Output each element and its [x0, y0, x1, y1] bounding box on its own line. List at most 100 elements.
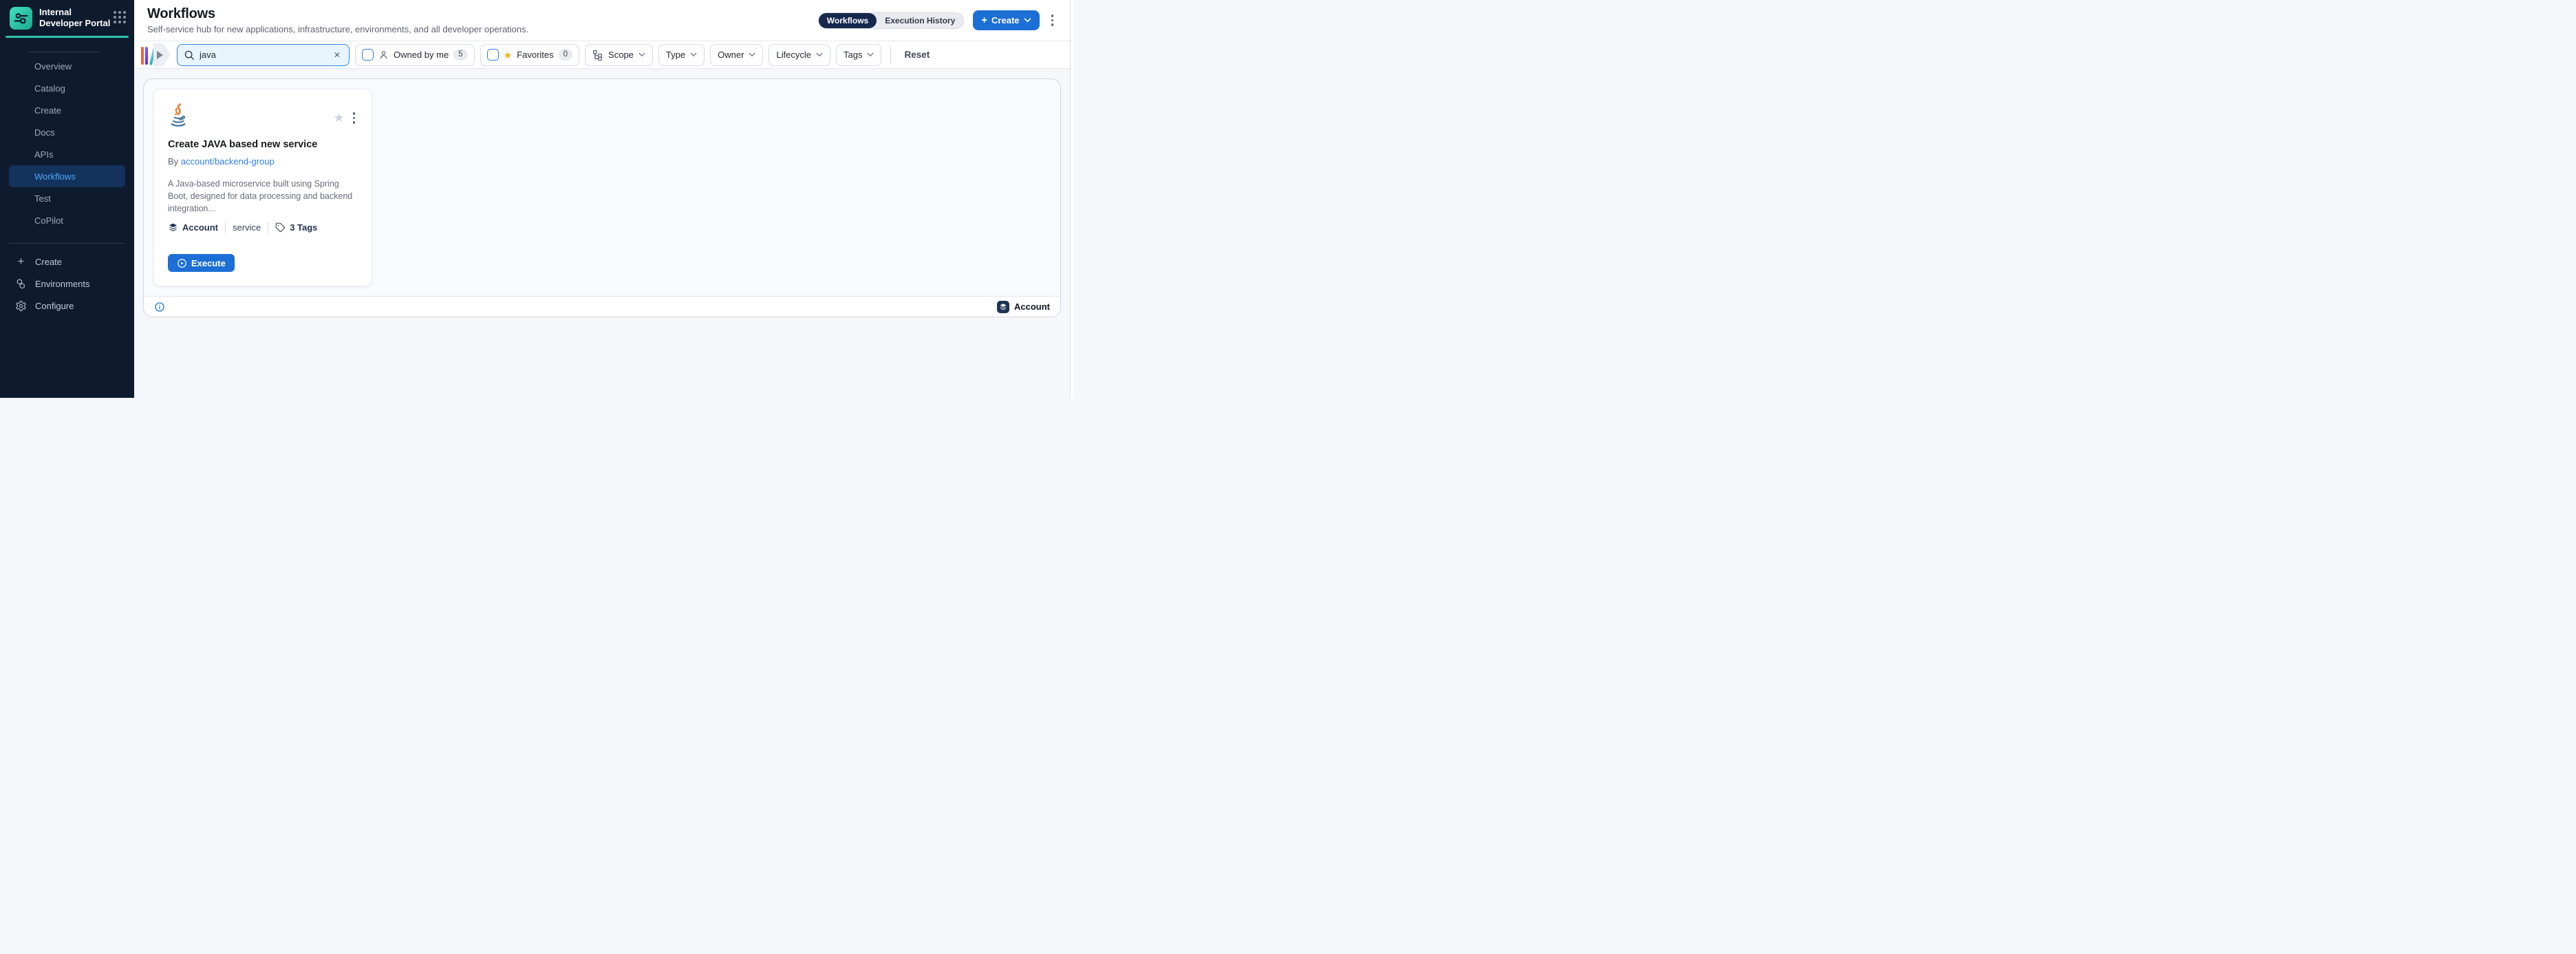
sidebar-footer-create-label: Create	[35, 257, 62, 267]
workflow-description: A Java-based microservice built using Sp…	[168, 178, 355, 215]
info-icon[interactable]	[154, 301, 165, 312]
app-logo-icon	[10, 7, 32, 30]
main-area: ★ Create JAVA based new service By accou…	[134, 70, 1073, 398]
owned-by-me-checkbox[interactable]	[362, 49, 374, 61]
tag-icon	[275, 222, 286, 233]
workflows-panel: ★ Create JAVA based new service By accou…	[143, 78, 1061, 317]
sidebar-footer: + Create Environments	[0, 251, 134, 317]
favorite-star-icon[interactable]: ★	[333, 112, 344, 124]
chevron-down-icon	[1024, 18, 1031, 23]
person-icon	[378, 50, 389, 60]
sidebar-item-catalog[interactable]: Catalog	[9, 77, 125, 99]
play-circle-icon	[177, 258, 187, 268]
favorites-checkbox[interactable]	[487, 49, 499, 61]
scope-dropdown[interactable]: Scope	[585, 44, 653, 66]
internal-developer-portal: Internal Developer Portal Overview Catal…	[0, 0, 1073, 398]
workflow-card[interactable]: ★ Create JAVA based new service By accou…	[153, 89, 372, 286]
tags-meta-label: 3 Tags	[290, 222, 317, 233]
favorites-filter[interactable]: ★ Favorites 0	[480, 44, 579, 66]
meta-divider	[225, 222, 226, 233]
layers-icon	[997, 301, 1009, 313]
sidebar-footer-configure[interactable]: Configure	[0, 295, 134, 317]
panel-footer: Account	[144, 296, 1060, 317]
execute-button[interactable]: Execute	[168, 254, 235, 272]
scope-label: Scope	[608, 50, 634, 60]
chevron-down-icon	[816, 52, 823, 57]
app-title: Internal Developer Portal	[39, 7, 111, 30]
chevron-down-icon	[749, 52, 755, 57]
header-kebab-menu-icon[interactable]	[1049, 12, 1057, 29]
page-subtitle: Self-service hub for new applications, i…	[147, 24, 528, 34]
star-icon: ★	[504, 50, 513, 60]
chevron-down-icon	[690, 52, 697, 57]
owned-by-me-filter[interactable]: Owned by me 5	[355, 44, 475, 66]
filter-bar: ✕ Owned by me 5 ★ Favorites 0	[134, 41, 1073, 69]
owner-label: Owner	[718, 50, 744, 60]
layers-icon	[168, 222, 178, 233]
type-label: Type	[666, 50, 685, 60]
create-button-label: Create	[991, 15, 1019, 25]
lifecycle-dropdown[interactable]: Lifecycle	[769, 44, 830, 66]
sidebar-footer-create[interactable]: + Create	[0, 251, 134, 273]
apps-grid-icon[interactable]	[114, 11, 126, 23]
sidebar-item-test[interactable]: Test	[9, 187, 125, 209]
tab-execution-history[interactable]: Execution History	[877, 13, 963, 28]
type-dropdown[interactable]: Type	[658, 44, 705, 66]
owned-by-me-count: 5	[453, 49, 467, 61]
sidebar-item-create[interactable]: Create	[9, 99, 125, 121]
hexagons-icon	[15, 278, 27, 290]
plus-icon: +	[981, 15, 987, 25]
sidebar-item-workflows[interactable]: Workflows	[9, 165, 125, 187]
tree-icon	[592, 50, 603, 61]
sidebar-footer-configure-label: Configure	[35, 301, 74, 311]
sidebar-footer-environments-label: Environments	[35, 279, 89, 289]
search-input[interactable]	[200, 50, 327, 60]
clear-search-icon[interactable]: ✕	[332, 49, 343, 61]
saved-filters-toggle[interactable]	[141, 43, 171, 67]
sidebar-item-docs[interactable]: Docs	[9, 121, 125, 143]
brand-accent-bar	[6, 36, 129, 38]
sidebar: Internal Developer Portal Overview Catal…	[0, 0, 134, 398]
page-title: Workflows	[147, 6, 528, 22]
owned-by-me-label: Owned by me	[394, 50, 449, 60]
scrollbar[interactable]	[1070, 0, 1073, 398]
sidebar-item-apis[interactable]: APIs	[9, 143, 125, 165]
java-logo-icon	[168, 103, 358, 134]
sidebar-footer-divider	[9, 243, 125, 244]
tags-dropdown[interactable]: Tags	[836, 44, 881, 66]
filter-divider	[890, 46, 891, 64]
owner-group-link[interactable]: account/backend-group	[181, 156, 275, 167]
card-kebab-menu-icon[interactable]	[350, 109, 358, 127]
tags-meta[interactable]: 3 Tags	[275, 222, 317, 233]
type-meta-label: service	[233, 222, 261, 233]
favorites-count: 0	[559, 49, 572, 61]
scope-context-badge[interactable]: Account	[997, 301, 1050, 313]
sidebar-footer-environments[interactable]: Environments	[0, 273, 134, 295]
content-area: Workflows Self-service hub for new appli…	[134, 0, 1073, 398]
scope-meta-label: Account	[182, 222, 218, 233]
gear-icon	[15, 300, 27, 312]
create-button[interactable]: + Create	[973, 10, 1039, 30]
expand-arrow-icon	[153, 43, 171, 67]
by-prefix: By	[168, 156, 178, 167]
sidebar-item-copilot[interactable]: CoPilot	[9, 209, 125, 231]
page-header: Workflows Self-service hub for new appli…	[134, 0, 1073, 41]
owner-dropdown[interactable]: Owner	[710, 44, 763, 66]
workflow-title: Create JAVA based new service	[168, 139, 358, 150]
workflow-card-grid: ★ Create JAVA based new service By accou…	[144, 79, 1060, 296]
chevron-down-icon	[867, 52, 874, 57]
workflow-meta: Account service	[168, 222, 317, 233]
tags-label: Tags	[844, 50, 862, 60]
view-toggle: Workflows Execution History	[818, 12, 964, 29]
scope-meta: Account	[168, 222, 218, 233]
reset-filters-button[interactable]: Reset	[900, 47, 934, 63]
search-box: ✕	[177, 44, 350, 66]
sidebar-nav: Overview Catalog Create Docs APIs Workfl…	[0, 52, 134, 231]
lifecycle-label: Lifecycle	[776, 50, 811, 60]
sidebar-header: Internal Developer Portal	[0, 0, 134, 30]
chevron-down-icon	[638, 52, 645, 57]
favorites-label: Favorites	[517, 50, 553, 60]
search-icon	[184, 50, 195, 61]
tab-workflows[interactable]: Workflows	[819, 13, 877, 28]
sidebar-item-overview[interactable]: Overview	[9, 55, 125, 77]
